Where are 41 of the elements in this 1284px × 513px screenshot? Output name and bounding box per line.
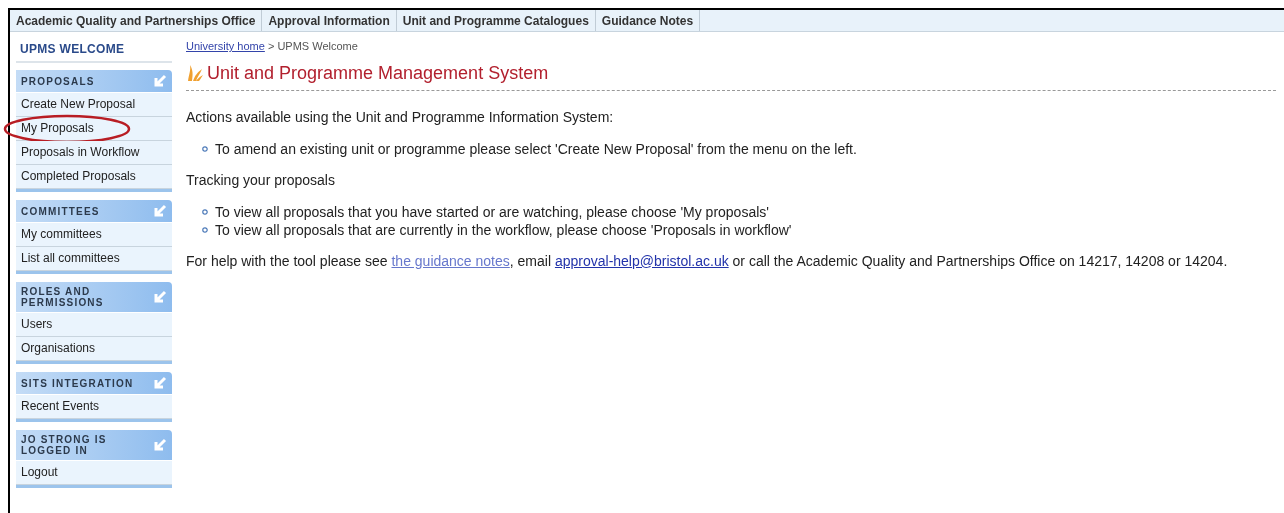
sidebar-link[interactable]: Logout [16, 461, 172, 485]
bullet-icon [202, 226, 208, 233]
sidebar-link[interactable]: Completed Proposals [16, 165, 172, 189]
top-nav-link[interactable]: Unit and Programme Catalogues [396, 10, 596, 31]
section-heading: SITS INTEGRATION [21, 377, 135, 389]
sidebar-link[interactable]: My committees [16, 223, 172, 247]
sidebar-link[interactable]: Proposals in Workflow [16, 141, 172, 165]
list-item: To amend an existing unit or programme please select 'Create New Proposal' from the menu on the left. [215, 139, 857, 158]
sidebar-link[interactable]: List all committees [16, 247, 172, 271]
email-link[interactable]: approval-help@bristol.ac.uk [554, 252, 729, 269]
section-heading: PROPOSALS [21, 75, 96, 87]
list-item: To view all proposals that are currently in the workflow, please choose 'Proposals in workflow' [215, 220, 792, 239]
sidebar-link[interactable]: Organisations [16, 337, 172, 361]
section-heading: COMMITTEES [21, 205, 101, 217]
top-nav-link[interactable]: Approval Information [262, 10, 397, 31]
sidebar-link[interactable]: Users [16, 313, 172, 337]
list-item: To view all proposals that you have started or are watching, please choose 'My proposals' [215, 202, 769, 221]
paragraph: Actions available using the Unit and Programme Information System: [186, 107, 615, 127]
section-heading: JO STRONG IS LOGGED IN [21, 434, 108, 456]
bullet-icon [202, 145, 208, 152]
collapse-arrow-icon[interactable] [153, 74, 167, 88]
sidebar-link[interactable]: Create New Proposal [16, 93, 172, 117]
page-title: Unit and Programme Management System [207, 61, 549, 85]
sidebar-link[interactable]: Recent Events [16, 395, 172, 419]
breadcrumb-separator: > [266, 40, 276, 52]
flame-logo-icon [186, 64, 204, 82]
top-nav-link[interactable]: Academic Quality and Partnerships Office [10, 10, 263, 31]
breadcrumb-link[interactable]: University home [186, 40, 265, 52]
sidebar-link[interactable]: My Proposals [16, 117, 172, 141]
sidebar-title: UPMS WELCOME [16, 32, 172, 63]
collapse-arrow-icon[interactable] [153, 290, 167, 304]
collapse-arrow-icon[interactable] [153, 376, 167, 390]
top-nav-link[interactable]: Guidance Notes [595, 10, 701, 31]
collapse-arrow-icon[interactable] [153, 204, 167, 218]
collapse-arrow-icon[interactable] [153, 438, 167, 452]
section-heading: ROLES AND PERMISSIONS [21, 286, 105, 308]
breadcrumb-current: UPMS Welcome [277, 40, 358, 52]
guidance-link[interactable]: the guidance notes [391, 252, 510, 269]
paragraph: Tracking your proposals [186, 170, 336, 190]
bullet-icon [202, 208, 208, 215]
help-paragraph: For help with the tool please see the guidance notes, email approval-help@bristol.ac.uk or call the Academic Quality and Partnerships Office on 14217, 14208 or 14204. [186, 251, 1229, 271]
